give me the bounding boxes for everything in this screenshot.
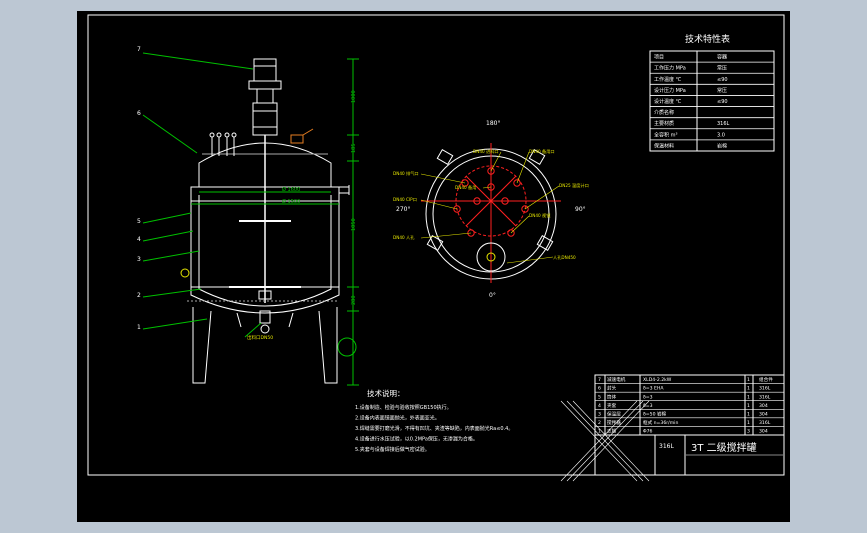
callout-number: 2 bbox=[137, 292, 141, 299]
spec-row-value: ≤90 bbox=[717, 77, 728, 83]
front-view bbox=[180, 58, 350, 384]
motor bbox=[253, 58, 277, 82]
bom-cell: 1 bbox=[747, 403, 750, 409]
dim-280: 280 bbox=[351, 295, 357, 305]
bom-cell: 316L bbox=[759, 420, 771, 426]
callout-number: 6 bbox=[137, 110, 141, 117]
bom-cell: 1 bbox=[747, 420, 750, 426]
bom-cell: 4 bbox=[598, 403, 601, 409]
nozzle-label: DN40 备用口 bbox=[529, 148, 555, 155]
spec-row-value: ≤90 bbox=[717, 99, 728, 105]
bom-cell: 1 bbox=[747, 377, 750, 383]
drive-bracket bbox=[252, 102, 278, 136]
spec-row-key: 介质名称 bbox=[654, 109, 674, 116]
bom-cell: Φ76 bbox=[643, 429, 653, 435]
spec-row-value: 3.0 bbox=[717, 132, 725, 138]
bom-cell: 1 bbox=[747, 394, 750, 400]
drawing-title: 3T 二级搅拌罐 bbox=[691, 441, 757, 454]
bom-cell: 框式 n=36r/min bbox=[643, 419, 678, 426]
callout-number: 3 bbox=[137, 256, 141, 263]
spec-row-key: 主要材质 bbox=[654, 120, 674, 127]
spec-row-value: 岩棉 bbox=[717, 142, 727, 149]
angle-270: 270° bbox=[396, 206, 410, 213]
dim-185: 185 bbox=[351, 143, 357, 153]
dia-1600: Ø 1600 bbox=[282, 186, 300, 193]
support-lug bbox=[436, 148, 454, 166]
drawing-sheet: 技术特性表 项目 容器 工作压力 MPa 常压 工作温度 ℃ ≤90 设计压力 MPa 常压设… bbox=[77, 11, 790, 522]
angle-180: 180° bbox=[486, 120, 500, 127]
bom-cell: XLD4-2.2kW bbox=[643, 377, 672, 383]
callout-number: 4 bbox=[137, 236, 141, 243]
leg-right bbox=[318, 307, 338, 384]
bom-cell: 3 bbox=[747, 429, 750, 435]
leg-left bbox=[192, 307, 212, 384]
spec-row-value: 容器 bbox=[717, 54, 727, 61]
callout-number: 1 bbox=[137, 324, 141, 331]
bom-cell: δ=3 EHA bbox=[643, 386, 664, 392]
dia-1500: Ø 1500 bbox=[282, 198, 300, 205]
bom-cell: 2 bbox=[598, 420, 601, 426]
bom-cell: 316L bbox=[759, 386, 771, 392]
manhole-label: 人孔DN450 bbox=[553, 254, 576, 261]
note-line: 1.设备制造、检验与验收按照GB150执行。 bbox=[355, 404, 452, 411]
bom-cell: 3 bbox=[598, 411, 601, 417]
nozzle-label: DN40 进料口 bbox=[473, 148, 499, 155]
nozzle-label: DN40 排气口 bbox=[393, 170, 419, 177]
nozzle-label: DN40 CIP口 bbox=[393, 197, 417, 202]
callout-number: 5 bbox=[137, 218, 141, 225]
spec-row-key: 全容积 m³ bbox=[654, 131, 677, 138]
callout-number: 7 bbox=[137, 46, 141, 53]
spec-table-title: 技术特性表 bbox=[685, 33, 730, 45]
spec-row-key: 设计温度 ℃ bbox=[654, 98, 682, 105]
spec-row-value: 常压 bbox=[717, 65, 727, 72]
bom-cell: 夹套 bbox=[607, 402, 617, 409]
bom-cell: 6 bbox=[598, 386, 601, 392]
dim-1050: 1050 bbox=[351, 218, 357, 231]
bom-cell: 减速电机 bbox=[607, 376, 626, 383]
spec-row-key: 工作温度 ℃ bbox=[654, 76, 682, 83]
bom-cell: 封头 bbox=[607, 385, 617, 392]
spec-row-value: 316L bbox=[717, 121, 730, 127]
callouts bbox=[142, 52, 262, 338]
angle-90: 90° bbox=[575, 206, 586, 213]
dim-1000: 1000 bbox=[351, 90, 357, 103]
bom-cell: 316L bbox=[759, 394, 771, 400]
note-line: 5.夹套与设备焊接后做气密试验。 bbox=[355, 446, 430, 453]
nozzle-label: DN40 视镜 bbox=[529, 212, 551, 219]
spec-row-key: 工作压力 MPa bbox=[654, 65, 686, 72]
bom-cell: 7 bbox=[598, 377, 601, 383]
bom-cell: 304 bbox=[759, 429, 768, 435]
bom-cell: 304 bbox=[759, 403, 768, 409]
cad-drawing: 技术特性表 项目 容器工作压力 MPa 常压工作温度 ℃ ≤90设计压力 MPa 常压设… bbox=[87, 14, 785, 482]
bom-cell: 组合件 bbox=[759, 376, 773, 383]
bom-cell: 5 bbox=[598, 394, 601, 400]
note-line: 2.设备内表面镜面抛光，外表面亚光。 bbox=[355, 415, 440, 422]
spec-table: 技术特性表 项目 容器工作压力 MPa 常压工作温度 ℃ ≤90设计压力 MPa 常压设… bbox=[649, 33, 775, 152]
note-line: 3.焊缝需要打磨光滑，不得有凹坑、夹渣等缺陷，内表面抛光Ra≤0.4。 bbox=[355, 425, 513, 432]
spec-row-key: 设计压力 MPa bbox=[654, 87, 686, 94]
support-lug bbox=[536, 234, 554, 252]
reducer bbox=[248, 80, 282, 90]
bom-cell: 304 bbox=[759, 411, 768, 417]
spec-row-value: 常压 bbox=[717, 87, 727, 94]
spec-row-key: 项目 bbox=[654, 55, 664, 61]
bom-cell: δ=3 bbox=[643, 394, 653, 400]
spec-row-key: 保温材料 bbox=[654, 142, 674, 149]
angle-0: 0° bbox=[489, 292, 496, 299]
bom-cell: δ=50 岩棉 bbox=[643, 410, 667, 417]
note-line: 4.设备进行水压试验，以0.2MPa保压，无渗漏为合格。 bbox=[355, 436, 478, 443]
nozzle-label: DN25 温度计口 bbox=[559, 182, 589, 189]
nozzle-label: DN40 人孔 bbox=[393, 234, 415, 241]
bom-cell: 1 bbox=[747, 411, 750, 417]
title-material: 316L bbox=[659, 443, 674, 450]
notes-title: 技术说明： bbox=[367, 388, 405, 398]
bom-cell: 筒体 bbox=[607, 393, 617, 400]
bottom-outlet-label: 出料口DN50 bbox=[247, 334, 273, 341]
bom-cell: 保温层 bbox=[607, 410, 621, 417]
nozzle-label: DN40 备用 bbox=[455, 184, 476, 191]
bom-cell: 1 bbox=[747, 386, 750, 392]
